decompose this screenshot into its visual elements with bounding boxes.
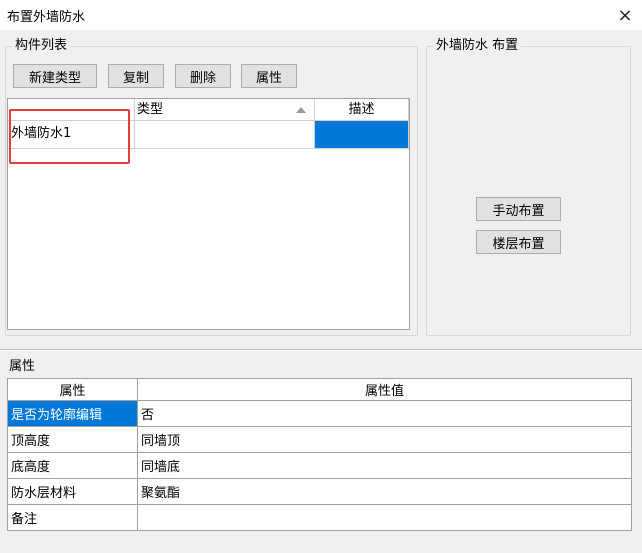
- layout-panel-group: 外墙防水 布置: [426, 38, 631, 336]
- table-row[interactable]: 底高度 同墙底: [7, 452, 632, 479]
- table-row[interactable]: 是否为轮廓编辑 否: [7, 400, 632, 427]
- column-header-type-label: 类型: [137, 102, 164, 117]
- property-value-cell[interactable]: 同墙底: [137, 452, 632, 479]
- new-type-button[interactable]: 新建类型: [13, 64, 97, 88]
- manual-layout-button[interactable]: 手动布置: [476, 197, 561, 221]
- column-header-description[interactable]: 描述: [315, 99, 409, 121]
- property-name-cell[interactable]: 备注: [7, 504, 138, 531]
- title-bar: 布置外墙防水 ×: [0, 0, 642, 30]
- table-row[interactable]: 顶高度 同墙顶: [7, 426, 632, 453]
- property-value-cell[interactable]: [137, 504, 632, 531]
- properties-table[interactable]: 属性 属性值 是否为轮廓编辑 否 顶高度 同墙顶 底高度 同墙底 防水层材料 聚…: [7, 378, 632, 531]
- sort-ascending-icon: [296, 107, 306, 113]
- property-name-cell[interactable]: 底高度: [7, 452, 138, 479]
- properties-section-label: 属性: [9, 359, 36, 374]
- section-divider: [0, 349, 642, 351]
- column-header-type[interactable]: 类型: [135, 99, 315, 121]
- property-name-cell[interactable]: 防水层材料: [7, 478, 138, 505]
- delete-button[interactable]: 删除: [175, 64, 231, 88]
- property-name-cell[interactable]: 是否为轮廓编辑: [7, 400, 138, 427]
- property-value-header[interactable]: 属性值: [137, 378, 632, 401]
- list-item-description[interactable]: [315, 121, 409, 149]
- table-row[interactable]: 备注: [7, 504, 632, 531]
- properties-button[interactable]: 属性: [241, 64, 297, 88]
- property-value-cell[interactable]: 否: [137, 400, 632, 427]
- copy-button[interactable]: 复制: [108, 64, 164, 88]
- close-icon[interactable]: ×: [608, 0, 642, 30]
- property-name-header[interactable]: 属性: [7, 378, 138, 401]
- highlight-annotation-box: [9, 109, 130, 164]
- floor-layout-button[interactable]: 楼层布置: [476, 230, 561, 254]
- property-value-cell[interactable]: 同墙顶: [137, 426, 632, 453]
- table-row[interactable]: 防水层材料 聚氨酯: [7, 478, 632, 505]
- component-list-label: 构件列表: [12, 38, 71, 54]
- property-name-cell[interactable]: 顶高度: [7, 426, 138, 453]
- window-title: 布置外墙防水: [7, 10, 86, 25]
- layout-panel-label: 外墙防水 布置: [433, 38, 522, 54]
- property-value-cell[interactable]: 聚氨酯: [137, 478, 632, 505]
- list-item-type[interactable]: [135, 121, 315, 149]
